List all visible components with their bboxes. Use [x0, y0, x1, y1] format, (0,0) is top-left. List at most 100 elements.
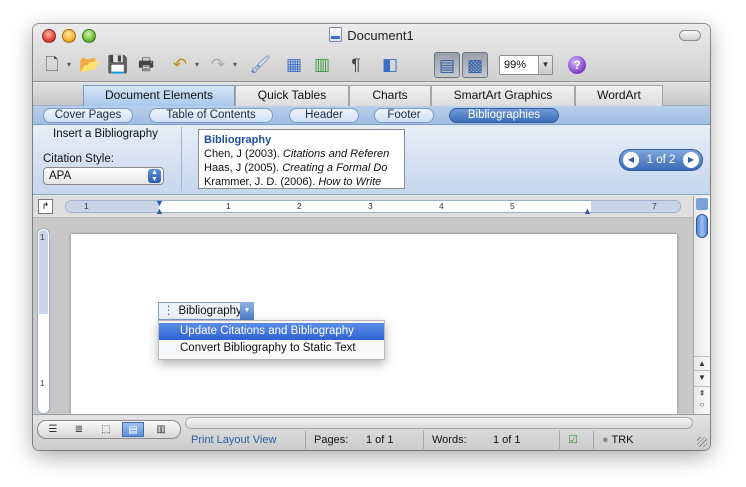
scroll-down-icon[interactable]: ▼ [694, 370, 710, 384]
chevron-down-icon: ▼ [538, 56, 552, 74]
horizontal-scrollbar[interactable] [185, 417, 693, 429]
scrollbar-thumb[interactable] [696, 214, 708, 238]
bibliography-field-label: Bibliography [178, 305, 242, 317]
browse-object-icon[interactable]: ○ [694, 398, 710, 412]
ruler-strip: ↱ 1 1 2 3 4 5 7 ▼ ▲ ▲ [33, 196, 710, 218]
publishing-layout-icon[interactable]: ⬚ [95, 422, 117, 437]
chevron-down-icon[interactable]: ▼ [240, 302, 254, 320]
insert-bibliography-button[interactable]: Insert a Bibliography [53, 128, 158, 140]
vruler-number: 1 [40, 379, 45, 388]
menu-item-update-citations[interactable]: Update Citations and Bibliography [159, 323, 384, 340]
gallery-item-title: Bibliography [204, 134, 272, 146]
new-document-icon[interactable]: 🗋 [39, 52, 65, 78]
outline-view-icon[interactable]: ≣ [68, 422, 90, 437]
ruler-margin-left [66, 201, 159, 212]
help-icon[interactable]: ? [568, 56, 586, 74]
view-buttons: ☰ ≣ ⬚ ▤ ▥ [37, 420, 181, 439]
subtab-bibliographies[interactable]: Bibliographies [449, 108, 559, 123]
undo-icon[interactable]: ↶ [167, 52, 193, 78]
citation-style-value: APA [49, 170, 72, 182]
gallery-icon[interactable]: ▤ [434, 52, 460, 78]
scroll-up-icon[interactable]: ▲ [694, 356, 710, 370]
tab-smartart-graphics[interactable]: SmartArt Graphics [431, 85, 575, 106]
bibliography-gallery-item[interactable]: Bibliography Chen, J (2003). Citations a… [198, 129, 405, 189]
subtab-table-of-contents[interactable]: Table of Contents [149, 108, 273, 123]
left-indent-marker[interactable]: ▼ ▲ [155, 199, 164, 216]
standard-toolbar: 🗋 ▾ 📂 💾 🖶 ↶ ▾ ↷ ▾ 🖌 ▦ ▥ ¶ ◧ ▤ ▩ 99% ▼ ? [39, 52, 699, 78]
ruler-number: 1 [226, 201, 231, 211]
sidebar-icon[interactable]: ◧ [377, 52, 403, 78]
gallery-entry: Krammer, J. D. (2006). How to Write [204, 176, 382, 188]
tab-wordart[interactable]: WordArt [575, 85, 663, 106]
bibliography-group: Insert a Bibliography Citation Style: AP… [33, 125, 710, 195]
columns-icon[interactable]: ▥ [309, 52, 335, 78]
title-bar: Document1 🗋 ▾ 📂 💾 🖶 ↶ ▾ ↷ ▾ 🖌 ▦ ▥ ¶ ◧ ▤ … [33, 24, 710, 82]
new-dropdown-icon[interactable]: ▾ [64, 52, 74, 78]
ruler-number: 7 [652, 201, 657, 211]
tab-stop-selector[interactable]: ↱ [38, 199, 53, 214]
horizontal-ruler[interactable]: 1 1 2 3 4 5 7 ▼ ▲ ▲ [65, 199, 681, 216]
elements-gallery-tabs: Document Elements Quick Tables Charts Sm… [33, 83, 710, 106]
track-changes-indicator[interactable]: ● TRK [593, 431, 634, 449]
bibliography-field[interactable]: ⋮ Bibliography ▼ [158, 302, 254, 320]
save-icon[interactable]: 💾 [105, 52, 131, 78]
format-painter-icon[interactable]: 🖌 [247, 52, 273, 78]
window-title-wrap: Document1 [33, 27, 710, 43]
spelling-status-icon[interactable]: ☑ [559, 431, 578, 449]
gallery-entry: Haas, J (2005). Creating a Formal Do [204, 162, 388, 174]
ruler-number: 1 [84, 201, 89, 211]
vertical-ruler[interactable]: 1 1 [37, 228, 50, 414]
track-changes-label: TRK [611, 434, 634, 446]
pager-text: 1 of 2 [646, 154, 676, 166]
undo-dropdown-icon[interactable]: ▾ [192, 52, 202, 78]
draft-view-icon[interactable]: ☰ [42, 422, 64, 437]
group-divider [181, 127, 182, 191]
zoom-select[interactable]: 99% ▼ [499, 55, 553, 75]
subtab-footer[interactable]: Footer [374, 108, 434, 123]
vruler-number: 1 [40, 233, 45, 242]
window-title: Document1 [347, 28, 414, 43]
ruler-number: 4 [439, 201, 444, 211]
tab-charts[interactable]: Charts [349, 85, 431, 106]
ruler-number: 2 [297, 201, 302, 211]
redo-dropdown-icon[interactable]: ▾ [230, 52, 240, 78]
split-handle[interactable] [696, 198, 708, 210]
toolbox-icon[interactable]: ▩ [462, 52, 488, 78]
chevron-updown-icon: ▲ ▼ [148, 169, 161, 183]
vruler-margin [39, 230, 48, 314]
ruler-number: 3 [368, 201, 373, 211]
table-icon[interactable]: ▦ [281, 52, 307, 78]
status-bar: ☰ ≣ ⬚ ▤ ▥ Print Layout View Pages: 1 of … [33, 414, 710, 450]
notebook-layout-icon[interactable]: ▥ [150, 422, 172, 437]
right-indent-marker[interactable]: ▲ [583, 199, 592, 216]
print-icon[interactable]: 🖶 [133, 52, 159, 78]
open-icon[interactable]: 📂 [77, 52, 103, 78]
print-layout-icon[interactable]: ▤ [122, 422, 144, 437]
toolbar-toggle-button[interactable] [679, 30, 701, 41]
next-page-icon[interactable]: ▶ [683, 152, 699, 168]
bibliography-field-menu: Update Citations and Bibliography Conver… [158, 320, 385, 360]
menu-item-convert-to-static[interactable]: Convert Bibliography to Static Text [159, 340, 384, 357]
pilcrow-icon[interactable]: ¶ [343, 52, 369, 78]
tab-document-elements[interactable]: Document Elements [83, 85, 235, 106]
redo-icon[interactable]: ↷ [205, 52, 231, 78]
document-page[interactable]: ⋮ Bibliography ▼ Update Citations and Bib… [71, 234, 677, 414]
document-workspace: 1 1 ⋮ Bibliography ▼ Update Citations and… [33, 218, 693, 414]
citation-style-label: Citation Style: [43, 153, 114, 165]
vertical-scrollbar[interactable]: ▲ ▼ ⇞ ○ [693, 196, 710, 414]
resize-grip-icon[interactable] [697, 437, 707, 447]
drag-handle-icon[interactable]: ⋮ [163, 305, 175, 317]
tab-quick-tables[interactable]: Quick Tables [235, 85, 349, 106]
word-window: Document1 🗋 ▾ 📂 💾 🖶 ↶ ▾ ↷ ▾ 🖌 ▦ ▥ ¶ ◧ ▤ … [33, 24, 710, 450]
citation-style-select[interactable]: APA ▲ ▼ [43, 167, 164, 185]
subtab-header[interactable]: Header [289, 108, 359, 123]
record-icon: ● [602, 434, 609, 446]
view-name: Print Layout View [191, 434, 277, 446]
document-icon [329, 27, 343, 42]
pages-value: 1 of 1 [366, 434, 394, 446]
previous-page-icon[interactable]: ◀ [623, 152, 639, 168]
document-elements-subtabs: Cover Pages Table of Contents Header Foo… [33, 106, 710, 125]
words-label: Words: [423, 431, 467, 449]
pages-label: Pages: [314, 434, 349, 446]
subtab-cover-pages[interactable]: Cover Pages [43, 108, 133, 123]
